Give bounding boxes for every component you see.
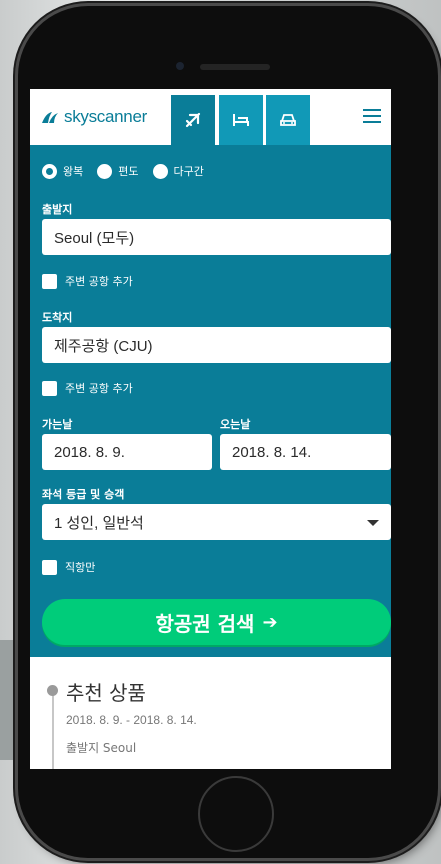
speaker-grille (200, 64, 270, 70)
direct-only-row: 직항만 (42, 559, 95, 575)
search-flights-label: 항공권 검색 (155, 611, 255, 636)
app-screen: skyscanner 왕복 편도 다구간 출발지 Seoul (모두) 주변 공… (30, 89, 391, 769)
tab-flights[interactable] (171, 95, 215, 145)
timeline-dot (47, 685, 58, 696)
radio-multi-city[interactable] (152, 163, 168, 179)
radio-round-trip[interactable] (42, 163, 57, 179)
destination-nearby-checkbox[interactable] (42, 380, 57, 396)
car-icon (280, 114, 296, 126)
arrow-right-icon: ➔ (262, 611, 278, 633)
radio-one-way-label: 편도 (118, 165, 139, 178)
origin-nearby-label: 주변 공항 추가 (65, 275, 133, 288)
recommendation-dates[interactable]: 2018. 8. 9. - 2018. 8. 14. (66, 713, 197, 727)
direct-only-label: 직항만 (65, 561, 96, 574)
tab-cars[interactable] (266, 95, 310, 145)
hamburger-menu-icon[interactable] (363, 109, 381, 123)
home-button[interactable] (198, 776, 274, 852)
destination-label: 도착지 (42, 311, 73, 324)
radio-multi-city-label: 다구간 (173, 165, 204, 178)
direct-only-checkbox[interactable] (42, 559, 57, 575)
skyscanner-logo[interactable]: skyscanner (40, 107, 147, 127)
origin-nearby-row: 주변 공항 추가 (42, 273, 133, 289)
origin-input[interactable]: Seoul (모두) (42, 219, 391, 255)
logo-text: skyscanner (64, 107, 147, 126)
plane-icon (185, 112, 201, 128)
destination-nearby-row: 주변 공항 추가 (42, 380, 133, 396)
origin-nearby-checkbox[interactable] (42, 273, 57, 289)
recommendations-title: 추천 상품 (66, 681, 146, 705)
origin-label: 출발지 (42, 203, 73, 216)
radio-round-trip-label: 왕복 (63, 165, 84, 178)
depart-date-input[interactable]: 2018. 8. 9. (42, 434, 212, 470)
recommendations-section: 추천 상품 2018. 8. 9. - 2018. 8. 14. 출발지 Seo… (30, 657, 391, 769)
logo-sun-icon (42, 112, 58, 123)
radio-one-way[interactable] (97, 163, 113, 179)
front-camera (176, 62, 184, 70)
depart-label: 가는날 (42, 418, 73, 431)
cabin-label: 좌석 등급 및 승객 (42, 488, 125, 501)
chevron-down-icon (367, 520, 379, 526)
return-label: 오는날 (220, 418, 251, 431)
tab-hotels[interactable] (219, 95, 263, 145)
destination-nearby-label: 주변 공항 추가 (65, 382, 133, 395)
cabin-passenger-select[interactable]: 1 성인, 일반석 (42, 504, 391, 540)
cabin-passenger-value: 1 성인, 일반석 (54, 514, 144, 532)
trip-type-selector: 왕복 편도 다구간 (42, 163, 218, 179)
bed-icon (233, 114, 249, 126)
recommendation-origin[interactable]: 출발지 Seoul (66, 739, 136, 756)
header: skyscanner (30, 89, 391, 145)
destination-input[interactable]: 제주공항 (CJU) (42, 327, 391, 363)
timeline-line (52, 691, 54, 769)
return-date-input[interactable]: 2018. 8. 14. (220, 434, 391, 470)
search-flights-button[interactable]: 항공권 검색 ➔ (42, 599, 391, 645)
